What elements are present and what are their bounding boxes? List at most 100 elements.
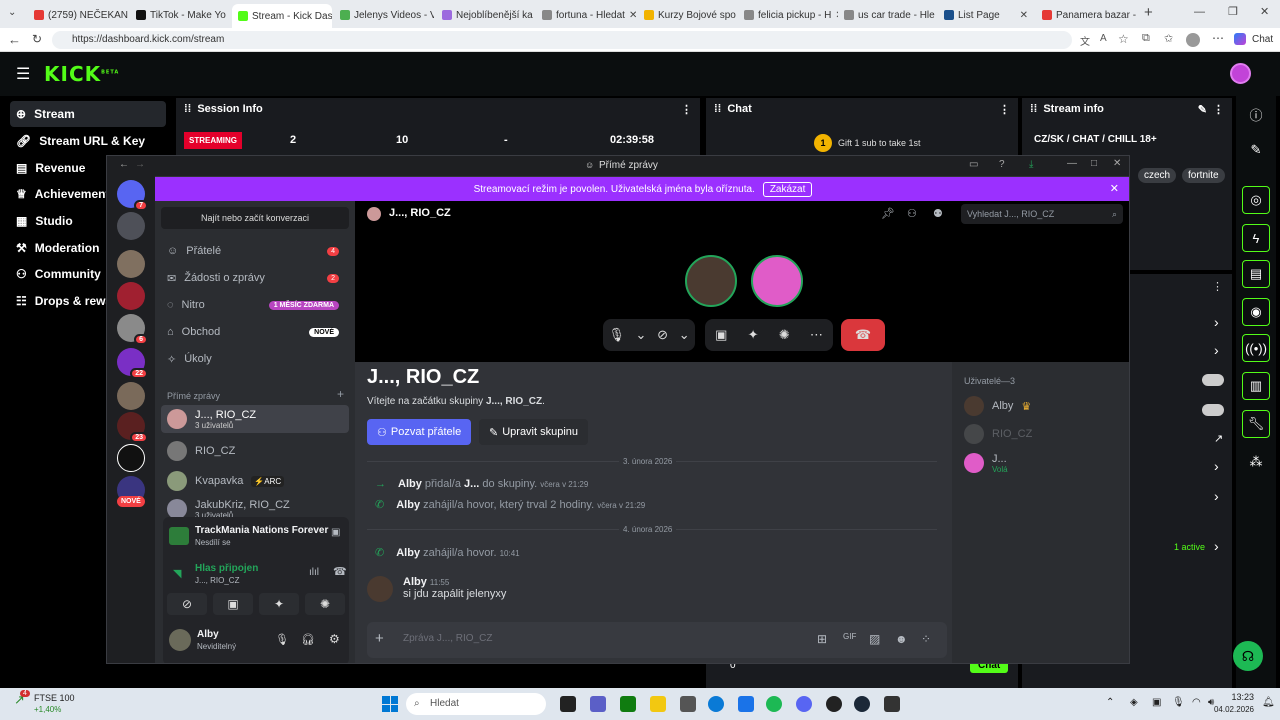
- favorites-icon[interactable]: ✩: [1164, 32, 1173, 45]
- chevron-right-icon[interactable]: ›: [1214, 538, 1219, 554]
- screen-share-icon[interactable]: ▣: [715, 327, 727, 343]
- more-icon[interactable]: ⋯: [1212, 31, 1224, 45]
- server-icon[interactable]: 6: [117, 314, 148, 345]
- download-icon[interactable]: ⤓: [1029, 159, 1033, 170]
- search-input[interactable]: Vyhledat J..., RIO_CZ ⌕: [961, 204, 1123, 224]
- microphone-icon[interactable]: 🎙︎: [275, 633, 289, 646]
- teams-icon[interactable]: [590, 696, 606, 712]
- lightning-icon[interactable]: ϟ: [1242, 224, 1270, 252]
- app-icon[interactable]: [884, 696, 900, 712]
- clock-time[interactable]: 13:23: [1222, 692, 1254, 702]
- soundboard-icon[interactable]: ✺: [779, 327, 790, 343]
- app-icon[interactable]: [738, 696, 754, 712]
- server-icon[interactable]: 22: [117, 348, 148, 379]
- chevron-right-icon[interactable]: ›: [1214, 314, 1219, 330]
- disconnect-icon[interactable]: ☎: [333, 565, 347, 578]
- nav-friends[interactable]: ☺ Přátelé 4: [161, 239, 349, 263]
- activities-icon[interactable]: ✦: [259, 593, 299, 615]
- message-author[interactable]: Alby: [396, 499, 420, 511]
- camera-off-icon[interactable]: ⊘: [167, 593, 207, 615]
- discord-home-icon[interactable]: 7: [117, 180, 148, 211]
- app-icon[interactable]: [826, 696, 842, 712]
- avatar[interactable]: [367, 576, 393, 602]
- settings-icon[interactable]: ⁂: [1242, 448, 1270, 476]
- sticker-icon[interactable]: ▨: [869, 632, 880, 646]
- edit-icon[interactable]: ✎: [1198, 103, 1207, 116]
- drag-handle-icon[interactable]: ⁞⁞: [714, 103, 721, 115]
- browser-tab[interactable]: TikTok - Make Yo✕: [130, 4, 230, 26]
- broadcast-icon[interactable]: ((•)): [1242, 334, 1270, 362]
- server-icon[interactable]: 23: [117, 412, 148, 443]
- server-icon[interactable]: [117, 250, 145, 278]
- forward-icon[interactable]: →: [135, 159, 145, 170]
- tray-icon[interactable]: ▣: [1152, 697, 1161, 708]
- add-friend-icon[interactable]: ⚇: [907, 207, 917, 220]
- activities-icon[interactable]: ✦: [748, 327, 759, 343]
- layout-icon[interactable]: ▥: [1242, 372, 1270, 400]
- members-icon[interactable]: ⚉: [933, 207, 943, 220]
- chevron-right-icon[interactable]: ›: [1214, 488, 1219, 504]
- server-icon[interactable]: [117, 444, 145, 472]
- taskbar-search[interactable]: ⌕ Hledat: [406, 693, 546, 715]
- more-icon[interactable]: ⋮: [999, 103, 1010, 116]
- share-screen-icon[interactable]: ▣: [331, 527, 340, 538]
- voice-status-title[interactable]: Hlas připojen: [195, 563, 258, 574]
- wrench-icon[interactable]: 🔧︎: [1242, 410, 1270, 438]
- member-item[interactable]: Alby ♛: [958, 392, 1129, 420]
- browser-tab[interactable]: List Page ✕: [938, 4, 1034, 26]
- more-icon[interactable]: ⋮: [1212, 280, 1223, 293]
- disable-button[interactable]: Zakázat: [762, 181, 813, 197]
- participant-avatar[interactable]: [685, 255, 737, 307]
- stock-name[interactable]: FTSE 100: [34, 693, 75, 703]
- tray-icon[interactable]: ◈: [1130, 697, 1138, 708]
- chevron-right-icon[interactable]: ›: [1214, 342, 1219, 358]
- user-avatar[interactable]: [1230, 63, 1251, 84]
- kick-logo[interactable]: KICKBETA: [44, 62, 119, 86]
- noise-suppression-icon[interactable]: ılıl: [309, 567, 319, 578]
- tag-chip[interactable]: czech: [1138, 168, 1177, 183]
- bookmark-icon[interactable]: ☆: [1118, 32, 1129, 46]
- pin-icon[interactable]: 📌︎: [881, 207, 895, 220]
- member-item[interactable]: J... Volá: [958, 448, 1129, 478]
- find-conversation-button[interactable]: Najít nebo začít konverzaci: [161, 207, 349, 229]
- browser-tab[interactable]: Kurzy Bojové spo✕: [638, 4, 738, 26]
- more-icon[interactable]: ⋯: [810, 327, 823, 343]
- sidebar-item-stream[interactable]: ⊕ Stream: [10, 101, 166, 127]
- spotify-icon[interactable]: [766, 696, 782, 712]
- copilot-chat-label[interactable]: Chat: [1252, 34, 1273, 45]
- tab-list-icon[interactable]: ⌄: [8, 7, 16, 18]
- browser-tab[interactable]: felicia pickup - H✕: [738, 4, 838, 26]
- gift-icon[interactable]: ⊞: [817, 632, 827, 646]
- close-icon[interactable]: ✕: [1113, 158, 1121, 169]
- close-icon[interactable]: ✕: [629, 10, 636, 21]
- document-icon[interactable]: ▤: [1242, 260, 1270, 288]
- camera-icon[interactable]: ◎: [1242, 186, 1270, 214]
- help-icon[interactable]: ?: [999, 159, 1005, 170]
- attach-icon[interactable]: +: [375, 630, 384, 647]
- hang-up-button[interactable]: ☎: [841, 319, 885, 351]
- restore-icon[interactable]: ❐: [1228, 5, 1238, 18]
- new-tab-icon[interactable]: +: [1144, 4, 1153, 21]
- message-author[interactable]: Alby: [403, 576, 427, 588]
- close-window-icon[interactable]: ✕: [1260, 5, 1269, 18]
- headphones-icon[interactable]: 🎧︎: [301, 633, 315, 646]
- profile-avatar[interactable]: [1186, 33, 1200, 47]
- toggle-switch[interactable]: [1202, 374, 1224, 386]
- minimize-icon[interactable]: —: [1067, 158, 1077, 169]
- chevron-down-icon[interactable]: ⌄: [679, 327, 690, 343]
- camera-off-icon[interactable]: ⊘: [657, 327, 668, 343]
- external-link-icon[interactable]: ↗: [1214, 432, 1223, 445]
- participant-avatar[interactable]: [751, 255, 803, 307]
- browser-tab[interactable]: fortuna - Hledat ✕: [536, 4, 636, 26]
- pencil-icon[interactable]: ✎: [1242, 136, 1270, 164]
- tray-chevron-icon[interactable]: ⌃: [1106, 697, 1114, 708]
- back-icon[interactable]: ←: [8, 32, 21, 47]
- start-icon[interactable]: [382, 696, 398, 712]
- close-banner-icon[interactable]: ✕: [1110, 182, 1119, 195]
- extensions-icon[interactable]: ⧉: [1142, 32, 1150, 45]
- settings-gear-icon[interactable]: ⚙: [329, 632, 340, 646]
- dm-item[interactable]: RIO_CZ: [161, 437, 349, 465]
- url-field[interactable]: https://dashboard.kick.com/stream: [52, 31, 1072, 49]
- translate-icon[interactable]: 文: [1080, 33, 1090, 48]
- browser-tab[interactable]: Panamera bazar -✕: [1036, 4, 1136, 26]
